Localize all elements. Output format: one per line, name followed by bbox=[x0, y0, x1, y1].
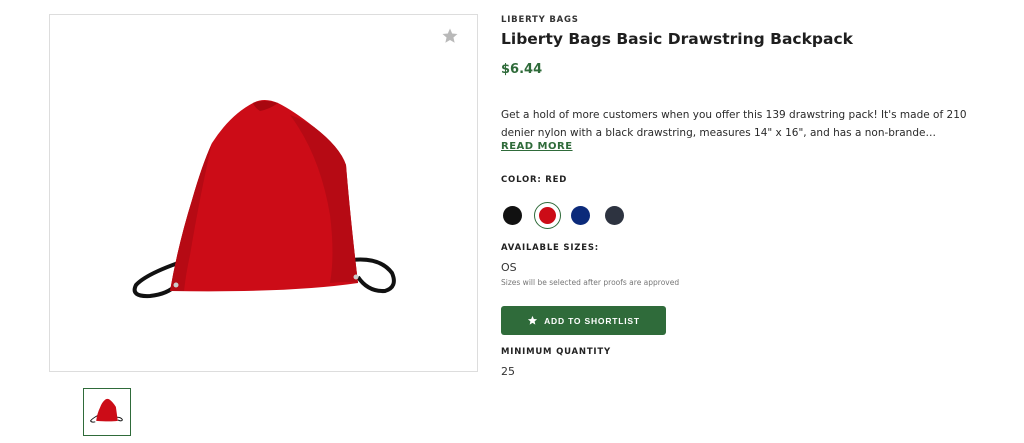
size-note: Sizes will be selected after proofs are … bbox=[501, 278, 680, 287]
read-more-link[interactable]: READ MORE bbox=[501, 141, 573, 152]
thumbnail-backpack-icon bbox=[90, 398, 123, 423]
product-title: Liberty Bags Basic Drawstring Backpack bbox=[501, 30, 853, 48]
swatch-navy[interactable] bbox=[571, 206, 590, 225]
shortlist-label: ADD TO SHORTLIST bbox=[544, 315, 640, 326]
add-to-shortlist-button[interactable]: ADD TO SHORTLIST bbox=[501, 306, 666, 335]
size-value: OS bbox=[501, 261, 517, 274]
product-description: Get a hold of more customers when you of… bbox=[501, 109, 967, 139]
thumbnail-image[interactable] bbox=[83, 388, 131, 436]
color-label: COLOR: RED bbox=[501, 175, 568, 185]
star-icon bbox=[528, 315, 538, 325]
brand-name: LIBERTY BAGS bbox=[501, 15, 579, 25]
minimum-quantity-value: 25 bbox=[501, 365, 515, 378]
product-image-frame bbox=[49, 14, 478, 372]
swatch-charcoal[interactable] bbox=[605, 206, 624, 225]
product-price: $6.44 bbox=[501, 62, 543, 77]
favorite-star-icon[interactable] bbox=[441, 27, 459, 45]
sizes-label: AVAILABLE SIZES: bbox=[501, 243, 599, 253]
swatch-black[interactable] bbox=[503, 206, 522, 225]
minimum-quantity-label: MINIMUM QUANTITY bbox=[501, 347, 611, 357]
product-image bbox=[132, 100, 396, 299]
swatch-red[interactable] bbox=[534, 202, 561, 229]
color-swatches bbox=[501, 202, 661, 229]
